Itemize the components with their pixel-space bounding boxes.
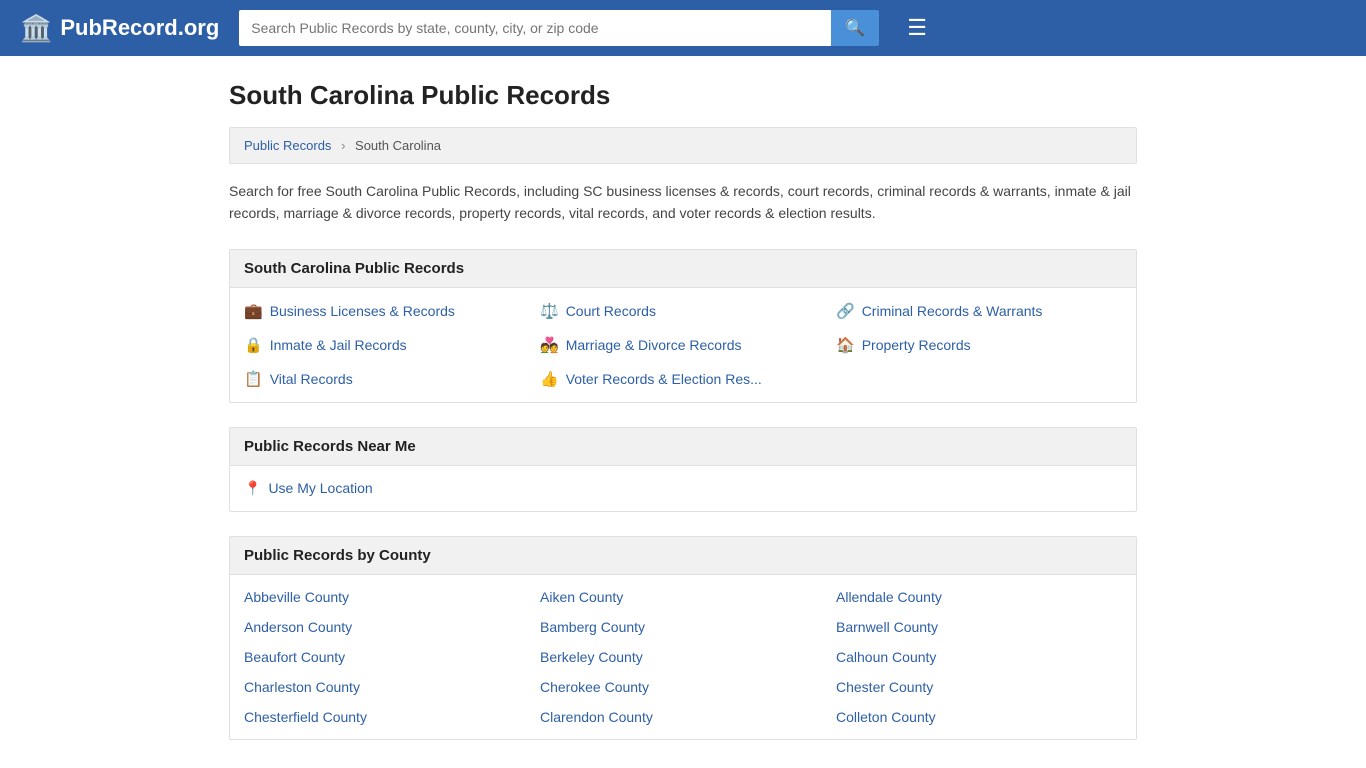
- logo-text: PubRecord.org: [60, 15, 219, 41]
- record-item[interactable]: 📋 Vital Records: [244, 370, 530, 388]
- location-icon: 📍: [244, 480, 261, 497]
- record-icon: 👍: [540, 370, 559, 388]
- page-title: South Carolina Public Records: [229, 80, 1137, 111]
- record-item[interactable]: 🔒 Inmate & Jail Records: [244, 336, 530, 354]
- county-item[interactable]: Beaufort County: [244, 649, 530, 665]
- breadcrumb: Public Records › South Carolina: [229, 127, 1137, 164]
- breadcrumb-current: South Carolina: [355, 138, 441, 153]
- record-item[interactable]: 💼 Business Licenses & Records: [244, 302, 530, 320]
- county-item[interactable]: Berkeley County: [540, 649, 826, 665]
- record-item[interactable]: 💑 Marriage & Divorce Records: [540, 336, 826, 354]
- record-item[interactable]: 👍 Voter Records & Election Res...: [540, 370, 826, 388]
- use-my-location[interactable]: 📍 Use My Location: [244, 480, 1122, 497]
- record-item[interactable]: 🔗 Criminal Records & Warrants: [836, 302, 1122, 320]
- county-item[interactable]: Calhoun County: [836, 649, 1122, 665]
- county-item[interactable]: Chester County: [836, 679, 1122, 695]
- breadcrumb-separator: ›: [341, 138, 345, 153]
- menu-button[interactable]: ☰: [907, 15, 927, 41]
- breadcrumb-home[interactable]: Public Records: [244, 138, 331, 153]
- record-label: Property Records: [862, 337, 971, 353]
- record-label: Vital Records: [270, 371, 353, 387]
- county-item[interactable]: Anderson County: [244, 619, 530, 635]
- record-label: Inmate & Jail Records: [270, 337, 407, 353]
- location-label: Use My Location: [268, 480, 372, 496]
- site-logo[interactable]: 🏛️ PubRecord.org: [20, 13, 219, 44]
- county-item[interactable]: Colleton County: [836, 709, 1122, 725]
- record-icon: 💼: [244, 302, 263, 320]
- county-item[interactable]: Clarendon County: [540, 709, 826, 725]
- page-description: Search for free South Carolina Public Re…: [229, 180, 1137, 225]
- county-item[interactable]: Barnwell County: [836, 619, 1122, 635]
- hamburger-icon: ☰: [907, 15, 927, 40]
- record-label: Voter Records & Election Res...: [566, 371, 762, 387]
- record-icon: 🏠: [836, 336, 855, 354]
- county-item[interactable]: Charleston County: [244, 679, 530, 695]
- logo-icon: 🏛️: [20, 13, 52, 44]
- record-item[interactable]: 🏠 Property Records: [836, 336, 1122, 354]
- search-bar: 🔍: [239, 10, 879, 46]
- near-me-header: Public Records Near Me: [229, 427, 1137, 466]
- record-icon: 💑: [540, 336, 559, 354]
- county-grid: Abbeville County Aiken County Allendale Co…: [244, 589, 1122, 725]
- record-label: Criminal Records & Warrants: [862, 303, 1043, 319]
- record-icon: ⚖️: [540, 302, 559, 320]
- near-me-section: 📍 Use My Location: [229, 466, 1137, 512]
- search-input[interactable]: [239, 10, 831, 46]
- record-icon: 📋: [244, 370, 263, 388]
- county-item[interactable]: Allendale County: [836, 589, 1122, 605]
- record-icon: 🔗: [836, 302, 855, 320]
- record-item[interactable]: ⚖️ Court Records: [540, 302, 826, 320]
- county-item[interactable]: Abbeville County: [244, 589, 530, 605]
- record-label: Marriage & Divorce Records: [566, 337, 742, 353]
- by-county-header: Public Records by County: [229, 536, 1137, 575]
- sc-records-section: 💼 Business Licenses & Records ⚖️ Court Reco…: [229, 288, 1137, 403]
- records-grid: 💼 Business Licenses & Records ⚖️ Court Reco…: [244, 302, 1122, 388]
- county-section: Abbeville County Aiken County Allendale Co…: [229, 575, 1137, 740]
- record-label: Court Records: [566, 303, 656, 319]
- county-item[interactable]: Chesterfield County: [244, 709, 530, 725]
- county-item[interactable]: Cherokee County: [540, 679, 826, 695]
- county-item[interactable]: Aiken County: [540, 589, 826, 605]
- search-button[interactable]: 🔍: [831, 10, 879, 46]
- record-icon: 🔒: [244, 336, 263, 354]
- sc-records-header: South Carolina Public Records: [229, 249, 1137, 288]
- record-label: Business Licenses & Records: [270, 303, 455, 319]
- search-icon: 🔍: [845, 20, 865, 37]
- county-item[interactable]: Bamberg County: [540, 619, 826, 635]
